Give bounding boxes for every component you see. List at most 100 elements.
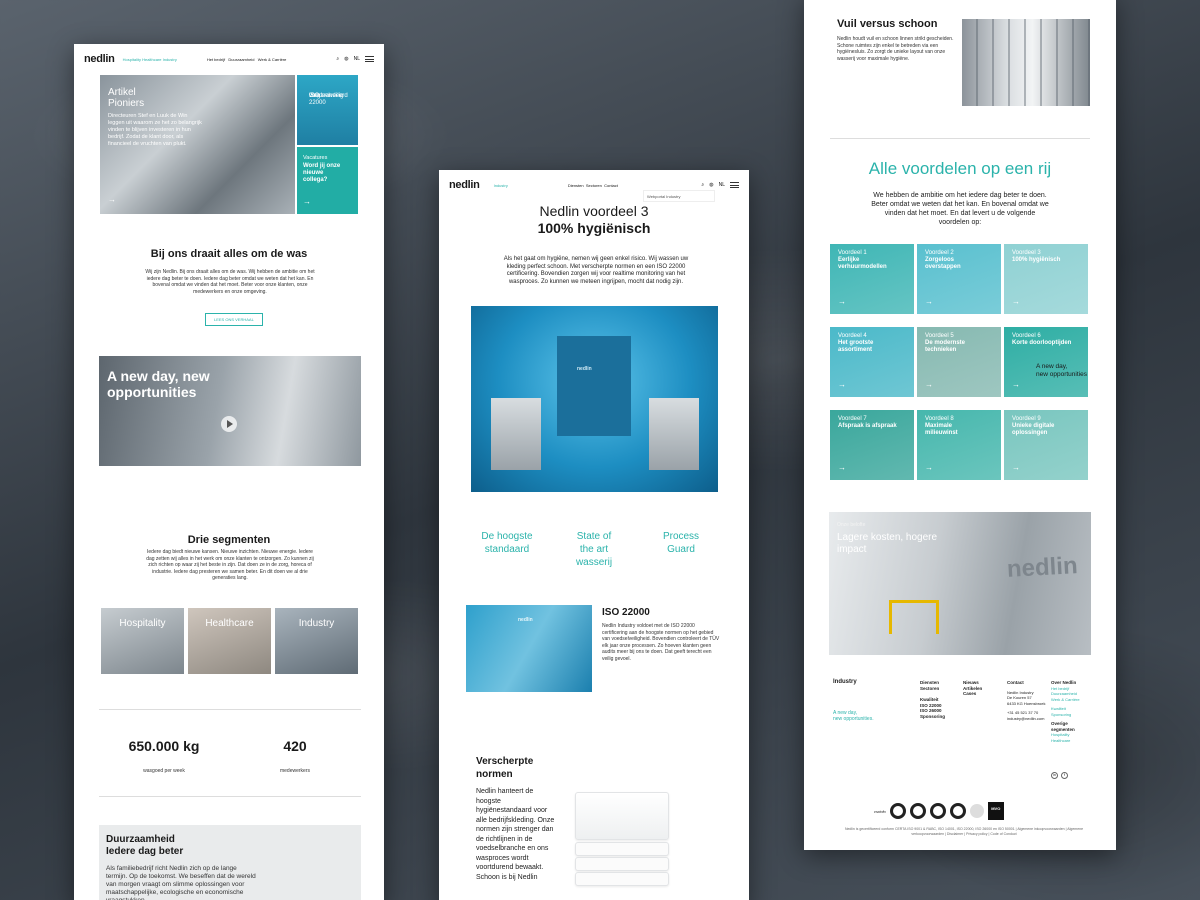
segment-industry-label: Industry xyxy=(298,618,335,629)
linkedin-icon[interactable]: in xyxy=(1051,772,1058,779)
hero-article[interactable]: Artikel Pioniers Directeuren Stef en Luu… xyxy=(100,75,295,214)
nav-link-services[interactable]: Diensten xyxy=(568,183,584,188)
arrow-right-icon[interactable]: → xyxy=(1012,297,1020,306)
tile-vacatures[interactable]: Vacatures Word jij onze nieuwe collega? … xyxy=(297,147,358,214)
segment-hospitality[interactable]: Hospitality xyxy=(101,608,184,674)
hamburger-menu-icon[interactable] xyxy=(730,182,739,188)
language-label[interactable]: NL xyxy=(719,182,725,188)
segment-healthcare[interactable]: Healthcare xyxy=(188,608,271,674)
advantage-tile[interactable]: Voordeel 1 Eerlijke verhuurmodellen → xyxy=(830,244,914,314)
turnstile-right xyxy=(649,398,699,470)
language-label[interactable]: NL xyxy=(354,56,360,62)
advantage-tile[interactable]: Voordeel 4 Het grootste assortiment → xyxy=(830,327,914,397)
advantage-tile[interactable]: Voordeel 6 Korte doorlooptijden A new day,… xyxy=(1004,327,1088,397)
advantage-tile[interactable]: Voordeel 5 De modernste technieken → xyxy=(917,327,1001,397)
advantage-title-line1: De modernste xyxy=(925,340,966,346)
tile-vacatures-label: Vacatures xyxy=(303,155,328,161)
footer-link-sponsoring[interactable]: Sponsoring xyxy=(920,714,945,720)
page-title-line2: 100% hygiënisch xyxy=(537,220,651,236)
feature-process-line1: Process xyxy=(662,531,700,542)
footer-link-careers[interactable]: Werk & Carrière xyxy=(1051,697,1080,703)
iso-text: Nedlin Industry voldoet met de ISO 22000… xyxy=(602,623,720,662)
hero-text: Directeuren Stef en Luuk de Win leggen u… xyxy=(108,113,202,147)
facebook-icon[interactable]: f xyxy=(1061,772,1068,779)
advantage-title-line1: Zorgeloos xyxy=(925,257,955,263)
hero-title-line2: Pioniers xyxy=(108,98,145,109)
sustainability-block[interactable]: Duurzaamheid Iedere dag beter Als famili… xyxy=(99,825,361,900)
page-title: Nedlin voordeel 3 100% hygiënisch xyxy=(439,203,749,237)
footer-link-sustainability[interactable]: Duurzaamheid xyxy=(1051,691,1080,697)
segment-healthcare-label: Healthcare xyxy=(205,618,254,629)
advantages-title: Alle voordelen op een rij xyxy=(868,159,1052,178)
webportal-dropdown[interactable]: Webportal Industry xyxy=(643,190,715,202)
advantage-tile[interactable]: Voordeel 7 Afspraak is afspraak → xyxy=(830,410,914,480)
csr-label: csrinfo xyxy=(874,808,886,814)
nav-link-company[interactable]: Het bedrijf xyxy=(207,57,225,62)
logo[interactable]: nedlin xyxy=(449,179,480,191)
nav-link-careers[interactable]: Werk & Carrière xyxy=(258,57,287,62)
read-story-button[interactable]: LEES ONS VERHAAL xyxy=(205,313,263,326)
advantage-title-line1: Eerlijke xyxy=(838,257,860,263)
play-icon[interactable] xyxy=(221,416,237,432)
globe-icon[interactable]: ◍ xyxy=(709,182,713,188)
arrow-right-icon[interactable]: → xyxy=(303,197,311,206)
advantage-title-line1: Afspraak is afspraak xyxy=(838,423,897,429)
advantage-extra-line1: A new day, xyxy=(1036,363,1068,370)
globe-icon[interactable]: ◍ xyxy=(344,56,348,62)
tile-iso[interactable]: ISO 22000 Gegarandeerd voedselveilig xyxy=(297,75,358,145)
norms-title: Verscherpte normen xyxy=(476,755,533,781)
door: nedlin xyxy=(557,336,631,436)
laundry-hall-image xyxy=(962,19,1090,106)
arrow-right-icon[interactable]: → xyxy=(925,380,933,389)
arrow-right-icon[interactable]: → xyxy=(1012,380,1020,389)
logo[interactable]: nedlin xyxy=(84,53,115,65)
footer-contact-email[interactable]: industry@nedlin.com xyxy=(1007,716,1045,722)
advantage-tile[interactable]: Voordeel 3 100% hygiënisch → xyxy=(1004,244,1088,314)
arrow-right-icon[interactable]: → xyxy=(1012,463,1020,472)
door-logo: nedlin xyxy=(577,366,592,372)
footer-contact-city: 6433 KG Hoensbroek xyxy=(1007,700,1046,706)
advantage-title-line1: Unieke digitale xyxy=(1012,423,1055,429)
shirt xyxy=(575,857,669,871)
nav-link-sectors[interactable]: Sectoren xyxy=(586,183,602,188)
arrow-right-icon[interactable]: → xyxy=(838,297,846,306)
video-block[interactable]: A new day, new opportunities xyxy=(99,356,361,466)
footer-link-iso26000[interactable]: ISO 26000 xyxy=(920,708,945,714)
stat-employees: 420 medewerkers xyxy=(230,738,360,774)
feature-state-of-the-art: State of the art wasserij xyxy=(554,530,634,569)
turnstile-left xyxy=(491,398,541,470)
nav-icons: ⌕ ◍ NL xyxy=(701,182,739,188)
segment-links[interactable]: Hospitality Healthcare Industry xyxy=(123,57,177,62)
segment-link-industry[interactable]: Industry xyxy=(494,183,508,188)
feature-process-line2: Guard xyxy=(667,544,695,555)
arrow-right-icon[interactable]: → xyxy=(838,463,846,472)
advantage-tile[interactable]: Voordeel 9 Unieke digitale oplossingen → xyxy=(1004,410,1088,480)
search-icon[interactable]: ⌕ xyxy=(701,182,704,188)
hamburger-menu-icon[interactable] xyxy=(365,56,374,62)
advantage-title-line1: Korte doorlooptijden xyxy=(1012,340,1072,346)
nav-link-sustainability[interactable]: Duurzaamheid xyxy=(228,57,254,62)
hero-title: Artikel Pioniers xyxy=(108,87,144,109)
arrow-right-icon[interactable]: → xyxy=(108,195,116,204)
norms-title-line1: Verscherpte xyxy=(476,756,534,767)
segment-industry[interactable]: Industry xyxy=(275,608,358,674)
footer-link-cases[interactable]: Cases xyxy=(963,691,982,697)
advantage-title-line2: technieken xyxy=(925,347,957,353)
advantage-number: Voordeel 5 xyxy=(925,333,954,339)
nav-link-contact[interactable]: Contact xyxy=(604,183,618,188)
nav-links: Het bedrijf Duurzaamheid Werk & Carrière xyxy=(207,57,287,62)
advantage-title-line2: verhuurmodellen xyxy=(838,264,887,270)
arrow-right-icon[interactable]: → xyxy=(838,380,846,389)
segment-hospitality-label: Hospitality xyxy=(119,618,166,629)
advantage-title-line1: 100% hygiënisch xyxy=(1012,257,1061,263)
award-seal-icon xyxy=(969,804,984,818)
footer-col-news: Nieuws Artikelen Cases xyxy=(963,680,982,697)
arrow-right-icon[interactable]: → xyxy=(925,463,933,472)
advantage-number: Voordeel 2 xyxy=(925,250,954,256)
promise-block[interactable]: Onze belofte Lagere kosten, hogere impac… xyxy=(829,512,1091,655)
advantage-tile[interactable]: Voordeel 2 Zorgeloos overstappen → xyxy=(917,244,1001,314)
arrow-right-icon[interactable]: → xyxy=(925,297,933,306)
search-icon[interactable]: ⌕ xyxy=(336,56,339,62)
footer-link-healthcare[interactable]: Healthcare xyxy=(1051,738,1080,744)
advantage-tile[interactable]: Voordeel 8 Maximale milieuwinst → xyxy=(917,410,1001,480)
